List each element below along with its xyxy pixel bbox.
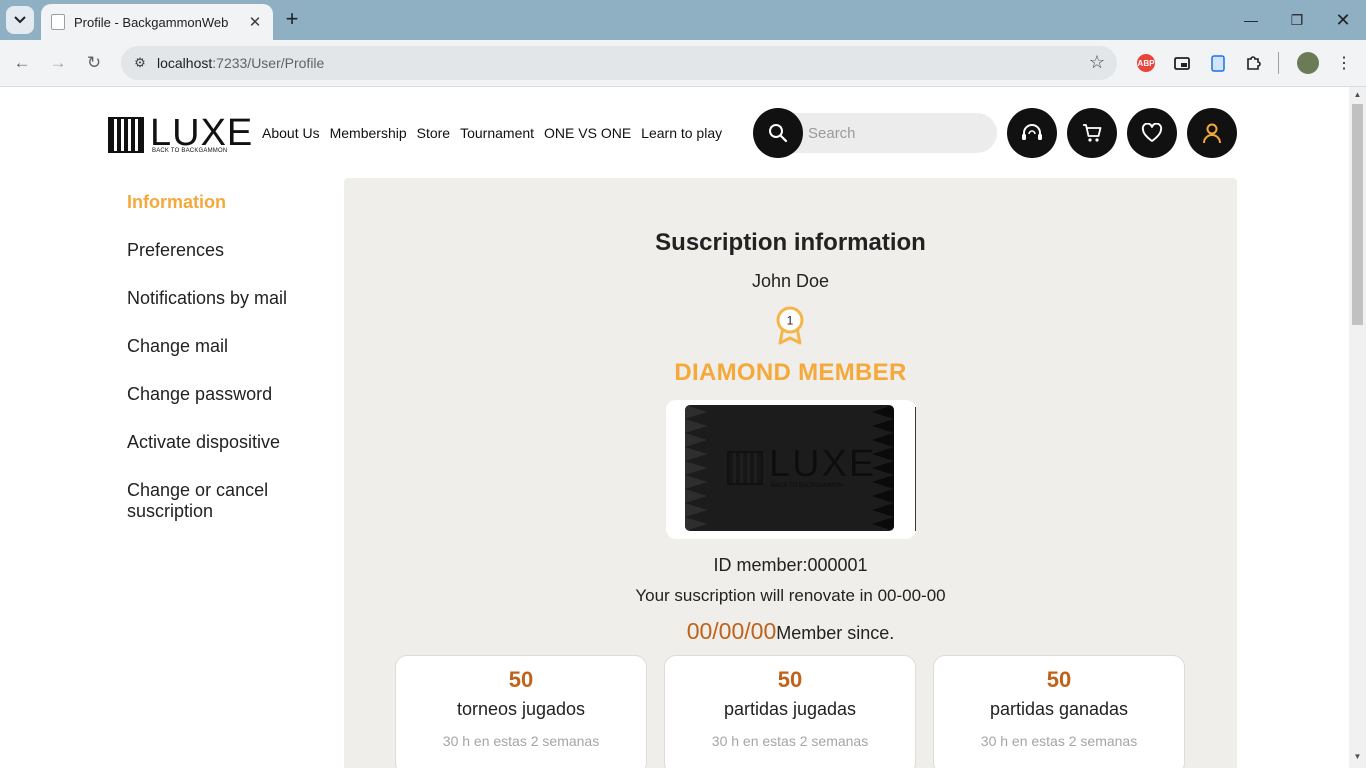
sidebar-item-change-password[interactable]: Change password bbox=[127, 384, 327, 405]
sidebar-item-change-subscription[interactable]: Change or cancel suscription bbox=[127, 480, 287, 522]
stat-card-games-won: 50 partidas ganadas 30 h en estas 2 sema… bbox=[933, 655, 1185, 768]
sidebar-item-information[interactable]: Information bbox=[127, 192, 327, 213]
account-button[interactable] bbox=[1187, 108, 1237, 158]
stat-value: 50 bbox=[508, 667, 534, 692]
card-board-icon bbox=[727, 451, 763, 485]
url-text: localhost:7233/User/Profile bbox=[157, 55, 324, 71]
sidebar-item-change-mail[interactable]: Change mail bbox=[127, 336, 327, 357]
new-tab-button[interactable]: + bbox=[281, 8, 303, 31]
stat-subtext: 30 h en estas 2 semanas bbox=[442, 733, 600, 749]
medal-icon: 1 bbox=[776, 306, 804, 345]
profile-avatar[interactable] bbox=[1297, 52, 1319, 74]
nav-one-vs-one[interactable]: ONE VS ONE bbox=[544, 125, 631, 141]
search-input[interactable] bbox=[780, 113, 997, 153]
support-icon bbox=[1022, 124, 1042, 140]
nav-store[interactable]: Store bbox=[417, 125, 450, 141]
extensions-puzzle-icon[interactable] bbox=[1244, 53, 1264, 73]
card-pattern-left bbox=[685, 405, 707, 531]
nav-tournament[interactable]: Tournament bbox=[460, 125, 534, 141]
backgammon-board-icon bbox=[108, 117, 144, 153]
close-window-button[interactable]: ✕ bbox=[1320, 0, 1366, 40]
member-since: 00/00/00Member since. bbox=[344, 618, 1237, 645]
stat-subtext: 30 h en estas 2 semanas bbox=[711, 733, 869, 749]
profile-sidebar: Information Preferences Notifications by… bbox=[127, 192, 327, 549]
main-nav: About Us Membership Store Tournament ONE… bbox=[262, 125, 722, 141]
reload-icon[interactable]: ↻ bbox=[82, 51, 106, 75]
membership-card: LUXE BACK TO BACKGAMMON bbox=[666, 400, 916, 539]
nav-learn-to-play[interactable]: Learn to play bbox=[641, 125, 722, 141]
stat-card-games-played: 50 partidas jugadas 30 h en estas 2 sema… bbox=[664, 655, 916, 768]
page-icon bbox=[51, 14, 65, 30]
scrollbar-thumb[interactable] bbox=[1352, 104, 1363, 325]
restore-button[interactable]: ❐ bbox=[1274, 0, 1320, 40]
sidebar-item-activate-device[interactable]: Activate dispositive bbox=[127, 432, 327, 453]
member-since-label: Member since. bbox=[776, 623, 895, 643]
extension-doc-icon[interactable] bbox=[1208, 53, 1228, 73]
picture-in-picture-icon[interactable] bbox=[1172, 53, 1192, 73]
sidebar-item-preferences[interactable]: Preferences bbox=[127, 240, 327, 261]
browser-toolbar: ← → ↻ ⚙ localhost:7233/User/Profile ☆ AB… bbox=[0, 40, 1366, 87]
page: LUXE BACK TO BACKGAMMON About Us Members… bbox=[0, 87, 1349, 768]
stat-label: partidas ganadas bbox=[989, 699, 1129, 719]
stat-label: partidas jugadas bbox=[723, 699, 857, 719]
stat-label: torneos jugados bbox=[456, 699, 586, 719]
medal-rank: 1 bbox=[787, 314, 794, 328]
site-settings-icon[interactable]: ⚙ bbox=[130, 53, 150, 73]
browser-tab[interactable]: Profile - BackgammonWeb ✕ bbox=[41, 4, 273, 40]
nav-about-us[interactable]: About Us bbox=[262, 125, 320, 141]
toolbar-divider bbox=[1278, 52, 1279, 74]
address-bar[interactable]: ⚙ localhost:7233/User/Profile ☆ bbox=[121, 46, 1117, 80]
url-path: :7233/User/Profile bbox=[212, 55, 325, 71]
support-button[interactable] bbox=[1007, 108, 1057, 158]
forward-arrow-icon[interactable]: → bbox=[46, 51, 70, 75]
card-logo-tagline: BACK TO BACKGAMMON bbox=[771, 483, 843, 489]
url-host: localhost bbox=[157, 55, 213, 71]
member-id: ID member:000001 bbox=[713, 555, 868, 575]
browser-tabstrip: Profile - BackgammonWeb ✕ + — ❐ ✕ bbox=[0, 0, 1366, 40]
page-scrollbar[interactable]: ▲ ▼ bbox=[1349, 87, 1366, 768]
bookmark-star-icon[interactable]: ☆ bbox=[1089, 52, 1105, 73]
cart-icon bbox=[1083, 124, 1102, 142]
search-button[interactable] bbox=[753, 108, 803, 158]
card-logo-word: LUXE bbox=[769, 443, 877, 485]
renewal-info: Your suscription will renovate in 00-00-… bbox=[635, 586, 946, 605]
minimize-button[interactable]: — bbox=[1228, 0, 1274, 40]
adblock-icon[interactable]: ABP bbox=[1137, 54, 1155, 72]
tab-title: Profile - BackgammonWeb bbox=[74, 14, 229, 30]
nav-membership[interactable]: Membership bbox=[330, 125, 407, 141]
logo-tagline: BACK TO BACKGAMMON bbox=[152, 148, 228, 154]
panel-title: Suscription information bbox=[655, 229, 926, 256]
cart-button[interactable] bbox=[1067, 108, 1117, 158]
browser-menu-icon[interactable]: ⋮ bbox=[1334, 53, 1354, 73]
tab-search-button[interactable] bbox=[6, 6, 34, 34]
scroll-up-arrow-icon[interactable]: ▲ bbox=[1349, 90, 1366, 104]
site-logo[interactable]: LUXE BACK TO BACKGAMMON bbox=[108, 113, 252, 155]
user-icon bbox=[1203, 123, 1221, 144]
favorites-button[interactable] bbox=[1127, 108, 1177, 158]
sidebar-item-notifications[interactable]: Notifications by mail bbox=[127, 288, 327, 309]
stat-subtext: 30 h en estas 2 semanas bbox=[980, 733, 1138, 749]
member-name: John Doe bbox=[751, 271, 830, 291]
member-since-date: 00/00/00 bbox=[686, 618, 777, 644]
chevron-down-icon bbox=[14, 16, 26, 24]
membership-tier: DIAMOND MEMBER bbox=[674, 359, 907, 386]
logo-word: LUXE bbox=[150, 112, 254, 154]
card-edge bbox=[915, 407, 916, 531]
heart-icon bbox=[1141, 123, 1163, 142]
search-icon bbox=[769, 124, 788, 143]
stat-value: 50 bbox=[1046, 667, 1072, 692]
close-tab-icon[interactable]: ✕ bbox=[245, 12, 265, 32]
card-image: LUXE BACK TO BACKGAMMON bbox=[685, 405, 894, 531]
stat-value: 50 bbox=[777, 667, 803, 692]
back-arrow-icon[interactable]: ← bbox=[10, 51, 34, 75]
stat-card-tournaments: 50 torneos jugados 30 h en estas 2 seman… bbox=[395, 655, 647, 768]
scroll-down-arrow-icon[interactable]: ▼ bbox=[1349, 752, 1366, 766]
